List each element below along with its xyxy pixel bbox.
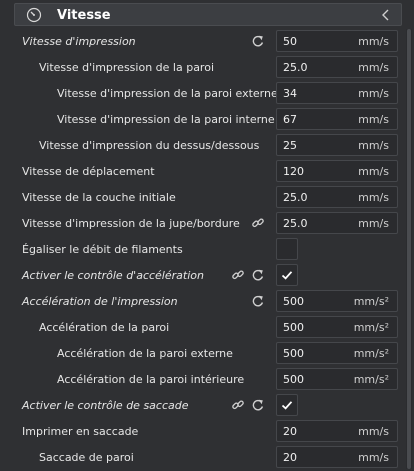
setting-value: 500 <box>283 321 304 334</box>
setting-row-inner-wall-speed: Vitesse d'impression de la paroi interne… <box>0 107 406 133</box>
setting-row-initial-layer-speed: Vitesse de la couche initiale 25.0 mm/s <box>0 185 406 211</box>
setting-label: Imprimer en saccade <box>22 425 139 438</box>
setting-value-field[interactable]: 34 mm/s <box>276 82 398 104</box>
setting-value: 34 <box>283 87 297 100</box>
setting-unit: mm/s <box>358 191 389 204</box>
section-title: Vitesse <box>57 8 111 23</box>
setting-unit: mm/s² <box>353 295 389 308</box>
setting-label: Vitesse d'impression de la jupe/bordure <box>22 217 240 230</box>
setting-label: Vitesse d'impression du dessus/dessous <box>39 139 260 152</box>
setting-unit: mm/s <box>358 451 389 464</box>
scrollbar[interactable] <box>406 29 412 469</box>
setting-label: Accélération de la paroi intérieure <box>57 373 245 386</box>
setting-unit: mm/s <box>358 113 389 126</box>
setting-value-field[interactable]: 20 mm/s <box>276 420 398 442</box>
setting-row-equalize-filament-flow: Égaliser le débit de filaments <box>0 237 406 263</box>
setting-row-travel-speed: Vitesse de déplacement 120 mm/s <box>0 159 406 185</box>
setting-row-top-bottom-speed: Vitesse d'impression du dessus/dessous 25… <box>0 133 406 159</box>
setting-value-field[interactable]: 500 mm/s² <box>276 316 398 338</box>
setting-row-inner-wall-acceleration: Accélération de la paroi intérieure 500 mm… <box>0 367 406 393</box>
setting-unit: mm/s² <box>353 373 389 386</box>
speedometer-icon <box>26 7 42 23</box>
setting-value: 25.0 <box>283 217 308 230</box>
setting-unit: mm/s² <box>353 321 389 334</box>
setting-checkbox[interactable] <box>276 264 298 286</box>
setting-row-enable-jerk-control: Activer le contrôle de saccade <box>0 393 406 419</box>
reset-icon[interactable] <box>251 34 265 48</box>
link-icon[interactable] <box>251 216 265 230</box>
settings-panel: Vitesse Vitesse d'impression 50 mm/s Vitess… <box>0 0 414 469</box>
setting-value-field[interactable]: 120 mm/s <box>276 160 398 182</box>
reset-icon[interactable] <box>251 294 265 308</box>
setting-value-field[interactable]: 500 mm/s² <box>276 342 398 364</box>
reset-icon[interactable] <box>251 398 265 412</box>
setting-value-field[interactable]: 25.0 mm/s <box>276 186 398 208</box>
setting-value-field[interactable]: 500 mm/s² <box>276 368 398 390</box>
setting-label: Saccade de paroi <box>39 451 134 464</box>
setting-label: Accélération de la paroi <box>39 321 170 334</box>
setting-unit: mm/s <box>358 61 389 74</box>
setting-value: 50 <box>283 35 297 48</box>
reset-icon[interactable] <box>251 268 265 282</box>
setting-value: 20 <box>283 425 297 438</box>
setting-unit: mm/s <box>358 139 389 152</box>
setting-value: 25.0 <box>283 61 308 74</box>
setting-unit: mm/s <box>358 87 389 100</box>
setting-row-wall-jerk: Saccade de paroi 20 mm/s <box>0 445 406 471</box>
link-icon[interactable] <box>231 398 245 412</box>
setting-row-wall-acceleration: Accélération de la paroi 500 mm/s² <box>0 315 406 341</box>
setting-value-field[interactable]: 50 mm/s <box>276 30 398 52</box>
setting-value: 25.0 <box>283 191 308 204</box>
setting-label: Égaliser le débit de filaments <box>22 243 183 256</box>
setting-value-field[interactable]: 20 mm/s <box>276 446 398 468</box>
setting-unit: mm/s <box>358 425 389 438</box>
scrollbar-thumb[interactable] <box>407 29 411 469</box>
setting-value-field[interactable]: 25.0 mm/s <box>276 56 398 78</box>
setting-label: Vitesse de déplacement <box>22 165 155 178</box>
setting-value: 25 <box>283 139 297 152</box>
chevron-left-icon[interactable] <box>379 7 393 23</box>
setting-label: Vitesse d'impression de la paroi interne <box>57 113 275 126</box>
setting-label: Vitesse d'impression de la paroi <box>39 61 215 74</box>
setting-value: 120 <box>283 165 304 178</box>
setting-label: Accélération de l'impression <box>22 295 178 308</box>
setting-row-outer-wall-speed: Vitesse d'impression de la paroi externe… <box>0 81 406 107</box>
setting-unit: mm/s² <box>353 347 389 360</box>
setting-value: 500 <box>283 373 304 386</box>
setting-value: 500 <box>283 295 304 308</box>
setting-value-field[interactable]: 25.0 mm/s <box>276 212 398 234</box>
setting-label: Vitesse de la couche initiale <box>22 191 176 204</box>
setting-label: Activer le contrôle d'accélération <box>22 269 204 282</box>
setting-value: 500 <box>283 347 304 360</box>
setting-row-print-speed: Vitesse d'impression 50 mm/s <box>0 29 406 55</box>
setting-value: 67 <box>283 113 297 126</box>
setting-label: Activer le contrôle de saccade <box>22 399 189 412</box>
setting-checkbox[interactable] <box>276 394 298 416</box>
setting-unit: mm/s <box>358 165 389 178</box>
setting-unit: mm/s <box>358 35 389 48</box>
setting-label: Accélération de la paroi externe <box>57 347 233 360</box>
setting-row-skirt-brim-speed: Vitesse d'impression de la jupe/bordure 2… <box>0 211 406 237</box>
setting-row-outer-wall-acceleration: Accélération de la paroi externe 500 mm/s² <box>0 341 406 367</box>
setting-value: 20 <box>283 451 297 464</box>
section-header-speed[interactable]: Vitesse <box>14 3 402 26</box>
setting-unit: mm/s <box>358 217 389 230</box>
setting-row-print-jerk: Imprimer en saccade 20 mm/s <box>0 419 406 445</box>
setting-label: Vitesse d'impression de la paroi externe <box>57 87 278 100</box>
setting-value-field[interactable]: 25 mm/s <box>276 134 398 156</box>
setting-label: Vitesse d'impression <box>22 35 136 48</box>
setting-value-field[interactable]: 500 mm/s² <box>276 290 398 312</box>
setting-row-print-acceleration: Accélération de l'impression 500 mm/s² <box>0 289 406 315</box>
setting-checkbox[interactable] <box>276 238 298 260</box>
setting-row-enable-acceleration-control: Activer le contrôle d'accélération <box>0 263 406 289</box>
link-icon[interactable] <box>231 268 245 282</box>
settings-list: Vitesse d'impression 50 mm/s Vitesse d'impr… <box>0 29 406 471</box>
setting-row-wall-speed: Vitesse d'impression de la paroi 25.0 mm/s <box>0 55 406 81</box>
setting-value-field[interactable]: 67 mm/s <box>276 108 398 130</box>
